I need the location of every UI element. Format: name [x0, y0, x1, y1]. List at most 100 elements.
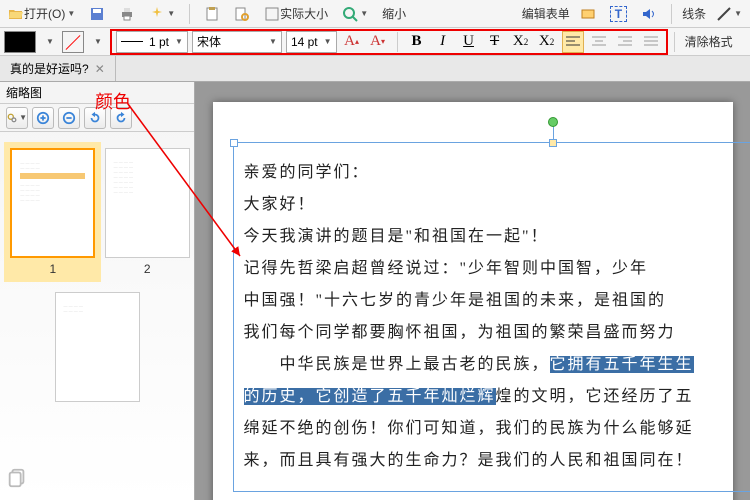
superscript-button[interactable]: X2 [536, 31, 558, 53]
clipboard-icon [204, 6, 220, 22]
italic-button[interactable]: I [432, 31, 454, 53]
chevron-down-icon: ▼ [46, 37, 54, 46]
thumbnail-sidebar: 缩略图 ▼ ― ― ― ―― ― ― ―― ― ― ―― ― ― ―― ― ― … [0, 82, 195, 500]
increase-font-button[interactable]: A▴ [341, 31, 363, 53]
align-justify-button[interactable] [640, 31, 662, 53]
separator [397, 32, 398, 52]
stroke-width-select[interactable]: 1 pt▼ [116, 31, 188, 53]
zoom-in-tool[interactable]: ▼ [338, 3, 372, 25]
font-size-select[interactable]: 14 pt▼ [286, 31, 337, 53]
new-button[interactable]: ▼ [145, 3, 179, 25]
page-1: 亲爱的同学们： 大家好！ 今天我演讲的题目是"和祖国在一起"！ 记得先哲梁启超曾… [213, 102, 733, 500]
color-annotation-label: 颜色 [95, 88, 131, 114]
bold-button[interactable]: B [406, 31, 428, 53]
paragraph: 绵延不绝的创伤！你们可知道，我们的民族为什么能够延 [244, 413, 750, 445]
thumb-options-button[interactable]: ▼ [6, 107, 28, 129]
tab-close-icon[interactable]: ✕ [95, 62, 105, 76]
no-fill-dropdown[interactable]: ▼ [86, 31, 108, 53]
thumbnail-page-1[interactable]: ― ― ― ―― ― ― ―― ― ― ―― ― ― ―― ― ― ―― ― ―… [4, 142, 101, 282]
text-field-button[interactable]: T [606, 3, 631, 25]
document-scroll[interactable]: 亲爱的同学们： 大家好！ 今天我演讲的题目是"和祖国在一起"！ 记得先哲梁启超曾… [195, 82, 750, 500]
speaker-icon [641, 6, 657, 22]
align-left-button[interactable] [562, 31, 584, 53]
actual-size-button[interactable]: 实际大小 [260, 3, 332, 25]
thumbnail-preview: ― ― ― ―― ― ― ―― ― ― ―― ― ― ―― ― ― ―― ― ―… [105, 148, 190, 258]
underline-button[interactable]: U [458, 31, 480, 53]
text-edit-frame[interactable]: 亲爱的同学们： 大家好！ 今天我演讲的题目是"和祖国在一起"！ 记得先哲梁启超曾… [233, 142, 750, 492]
paragraph: 亲爱的同学们： [244, 157, 750, 189]
printer-icon [119, 6, 135, 22]
format-group-highlighted: 1 pt▼ 宋体▼ 14 pt▼ A▴ A▾ B I U T X2 X2 [110, 29, 668, 55]
separator [671, 4, 672, 24]
thumbnail-page-3[interactable]: ― ― ― ―― ― ― ― [55, 292, 140, 402]
zoom-out-button[interactable]: 缩小 [378, 3, 410, 25]
open-button[interactable]: 打开(O) ▼ [4, 3, 79, 25]
chevron-down-icon: ▼ [360, 9, 368, 18]
highlight-icon [580, 6, 596, 22]
strike-button[interactable]: T [484, 31, 506, 53]
edit-form-label: 编辑表单 [522, 5, 570, 22]
align-right-icon [618, 36, 632, 48]
align-left-icon [566, 36, 580, 48]
line-label: 线条 [682, 5, 706, 22]
thumbnail-preview: ― ― ― ―― ― ― ―― ― ― ―― ― ― ―― ― ― ―― ― ―… [10, 148, 95, 258]
thumbnail-page-2[interactable]: ― ― ― ―― ― ― ―― ― ― ―― ― ― ―― ― ― ―― ― ―… [105, 148, 190, 276]
paragraph: 中国强！"十六七岁的青少年是祖国的未来，是祖国的 [244, 285, 750, 317]
document-area: 亲爱的同学们： 大家好！ 今天我演讲的题目是"和祖国在一起"！ 记得先哲梁启超曾… [195, 82, 750, 500]
fill-color-dropdown[interactable]: ▼ [38, 31, 60, 53]
thumb-zoom-in-button[interactable] [32, 107, 54, 129]
font-family-select[interactable]: 宋体▼ [192, 31, 282, 53]
paragraph: 中华民族是世界上最古老的民族，它拥有五千年生生 [244, 349, 750, 381]
sparkle-icon [149, 6, 165, 22]
find-button[interactable] [230, 3, 254, 25]
gears-icon [7, 111, 17, 125]
chevron-down-icon: ▼ [269, 37, 277, 46]
chevron-down-icon: ▼ [19, 113, 27, 122]
highlighted-text: 的历史，它创造了五千年灿烂辉 [244, 388, 496, 405]
save-icon [89, 6, 105, 22]
chevron-down-icon: ▼ [167, 9, 175, 18]
chevron-down-icon: ▼ [175, 37, 183, 46]
chevron-down-icon: ▼ [67, 9, 75, 18]
form-highlight-button[interactable] [576, 3, 600, 25]
save-button[interactable] [85, 3, 109, 25]
search-page-icon [234, 6, 250, 22]
resize-handle-tl[interactable] [230, 139, 238, 147]
thumbnail-preview: ― ― ― ―― ― ― ― [55, 292, 140, 402]
thumbnail-list: ― ― ― ―― ― ― ―― ― ― ―― ― ― ―― ― ― ―― ― ―… [0, 132, 194, 500]
line-icon [716, 6, 732, 22]
line-tool[interactable]: ▼ [712, 3, 746, 25]
clear-format-button[interactable]: 清除格式 [681, 31, 737, 53]
thumb-zoom-out-button[interactable] [58, 107, 80, 129]
chevron-down-icon: ▼ [324, 37, 332, 46]
paragraph: 今天我演讲的题目是"和祖国在一起"！ [244, 221, 750, 253]
tab-bar: 真的是好运吗? ✕ [0, 56, 750, 82]
separator [674, 32, 675, 52]
sound-button[interactable] [637, 3, 661, 25]
decrease-font-button[interactable]: A▾ [367, 31, 389, 53]
actual-size-icon [264, 6, 280, 22]
separator [189, 4, 190, 24]
document-body-text[interactable]: 亲爱的同学们： 大家好！ 今天我演讲的题目是"和祖国在一起"！ 记得先哲梁启超曾… [244, 157, 750, 477]
align-right-button[interactable] [614, 31, 636, 53]
subscript-button[interactable]: X2 [510, 31, 532, 53]
no-fill-swatch[interactable] [62, 31, 84, 53]
rotation-handle[interactable] [548, 117, 558, 127]
print-button[interactable] [115, 3, 139, 25]
paragraph: 大家好！ [244, 189, 750, 221]
paragraph: 我们每个同学都要胸怀祖国，为祖国的繁荣昌盛而努力 [244, 317, 750, 349]
tab-title: 真的是好运吗? [10, 60, 89, 77]
document-tab[interactable]: 真的是好运吗? ✕ [0, 56, 116, 81]
pages-stack-icon [6, 467, 28, 489]
resize-handle-tm[interactable] [549, 139, 557, 147]
thumbnail-number: 2 [105, 262, 190, 276]
align-center-button[interactable] [588, 31, 610, 53]
fill-color-swatch[interactable] [4, 31, 36, 53]
thumbnail-number: 1 [10, 262, 95, 276]
clipboard-button[interactable] [200, 3, 224, 25]
highlighted-text: 它拥有五千年生生 [550, 356, 694, 373]
align-justify-icon [644, 36, 658, 48]
plus-circle-icon [36, 111, 50, 125]
chevron-down-icon: ▼ [94, 37, 102, 46]
attachments-icon[interactable] [6, 467, 28, 494]
